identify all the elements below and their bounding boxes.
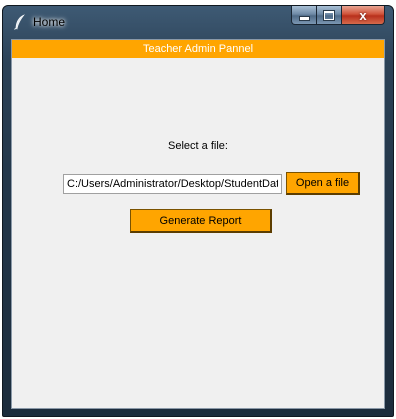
maximize-button[interactable] <box>317 6 342 25</box>
generate-report-button[interactable]: Generate Report <box>130 209 272 233</box>
minimize-icon <box>298 15 310 21</box>
title-bar[interactable]: Home x <box>3 6 393 38</box>
window-content: Teacher Admin Pannel Select a file: Open… <box>11 39 385 409</box>
open-file-button[interactable]: Open a file <box>286 172 360 195</box>
app-window: Home x Teacher Admin Pannel Select a fil… <box>2 5 394 417</box>
file-path-input[interactable] <box>63 174 282 194</box>
window-title: Home <box>33 15 66 29</box>
minimize-button[interactable] <box>291 6 317 25</box>
close-icon: x <box>359 7 367 23</box>
maximize-icon <box>323 9 335 21</box>
feather-icon <box>13 14 27 30</box>
close-button[interactable]: x <box>342 6 385 25</box>
select-file-label: Select a file: <box>168 140 228 152</box>
header-banner: Teacher Admin Pannel <box>12 40 384 58</box>
window-controls: x <box>291 6 385 26</box>
